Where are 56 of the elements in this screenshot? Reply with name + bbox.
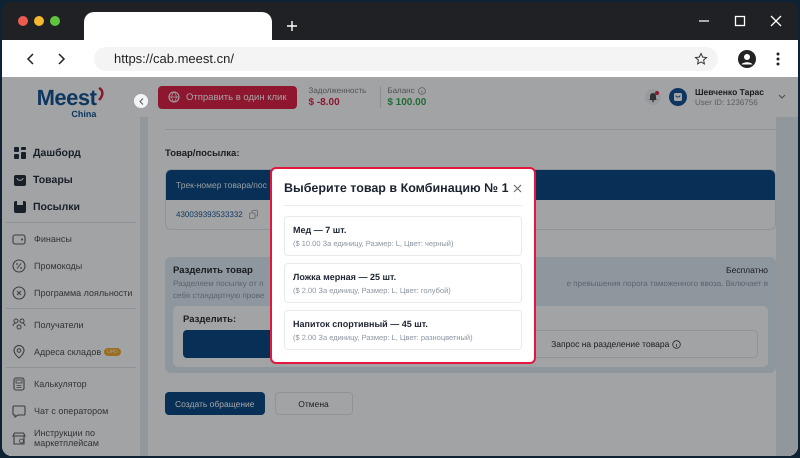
sidebar-item[interactable]: Калькулятор [6,370,136,397]
sidebar-item[interactable]: Промокоды [6,252,136,279]
globe-icon [168,91,180,103]
tracking-number-link[interactable]: 430039393533332 [176,210,243,219]
maximize-icon[interactable] [734,15,746,27]
people-icon [12,318,26,332]
bag-icon [13,172,27,186]
more-icon[interactable] [776,52,780,66]
debt-label: Задолженность [308,86,366,95]
collapse-button[interactable] [134,94,148,108]
logo-mark-icon [97,87,106,101]
pin-icon [12,344,26,358]
sidebar-item[interactable]: Программа лояльности [6,279,136,306]
info-icon [672,340,682,348]
sidebar-item[interactable]: Инструкции по маркетплейсам [6,424,136,451]
user-name: Шевченко Тарас [694,87,764,97]
store-icon [12,430,26,444]
percent-icon [12,258,26,272]
chat-icon [12,404,26,418]
plus-icon[interactable] [286,20,298,32]
sidebar-item[interactable]: Получатели [6,311,136,338]
sidebar-item[interactable]: Чат с оператором [6,397,136,424]
balance-value: $ 100.00 [387,97,426,108]
section-label: Товар/посылка: [165,148,240,159]
bell-icon [648,92,658,102]
column-header: Трек-номер товара/пос [176,180,267,190]
price-label: Бесплатно [726,265,768,276]
star-icon[interactable] [694,52,708,66]
dashboard-icon [13,146,27,160]
balance-label: Баланс [387,86,415,95]
sidebar-item[interactable]: Товары [6,166,136,193]
profile-icon[interactable] [738,50,756,68]
box-icon [13,200,27,214]
chevron-down-icon[interactable] [778,94,786,100]
chevron-left-icon [138,98,144,104]
notification-button[interactable] [644,89,661,105]
address-field[interactable]: https://cab.meest.cn/ [94,46,718,70]
cancel-button[interactable]: Отмена [274,392,353,415]
send-button[interactable]: Отправить в один клик [158,86,297,108]
sidebar-item[interactable]: Финансы [6,225,136,252]
logo-wordmark: Meest [36,87,96,109]
user-id: User ID: 1236756 [694,98,759,107]
back-icon[interactable] [26,52,36,64]
logo-subtitle: China [71,109,96,119]
create-request-button[interactable]: Создать обращение [165,392,265,415]
info-icon[interactable] [418,86,426,94]
wallet-icon [12,232,26,246]
avatar-icon[interactable] [668,88,687,106]
split-label: Разделить: [183,314,236,325]
modal-title: Выберите товар в Комбинацию № 1 [284,181,509,195]
sidebar-item[interactable]: Дашборд [6,139,136,166]
debt-value: $ -8.00 [308,97,341,108]
calculator-icon [12,376,26,390]
split-title: Разделить товар [173,265,253,276]
forward-icon[interactable] [56,52,66,64]
sidebar-item[interactable]: Посылки [6,193,136,220]
